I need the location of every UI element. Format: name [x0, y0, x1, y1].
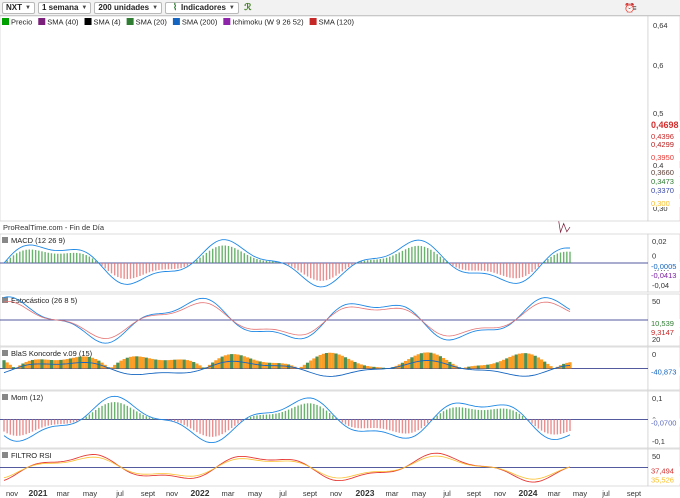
- panel-tick-3-0: 0,1: [652, 394, 662, 403]
- period-label: 1 semana: [41, 3, 79, 12]
- panel-title-4: FILTRO RSI: [11, 451, 52, 460]
- panel-tick-2-0: 0: [652, 350, 656, 359]
- legend-label-5: Ichimoku (W 9 26 52): [232, 18, 304, 27]
- panel-tag-0-1: -0,0413: [651, 271, 676, 280]
- time-label-6: nov: [166, 489, 178, 498]
- source-label: ProRealTime.com - Fin de Día: [3, 223, 105, 232]
- legend-label-6: SMA (120): [319, 18, 355, 27]
- panel-title-3: Mom (12): [11, 393, 44, 402]
- price-tag-2: 0,4299: [651, 140, 674, 149]
- legend-swatch-5: [223, 18, 231, 25]
- panel-tick-0-1: 0: [652, 252, 656, 261]
- symbol-label: NXT: [6, 3, 22, 12]
- time-label-7: 2022: [191, 488, 210, 498]
- toolbar: NXT ▼ 1 semana ▼ 200 unidades ▼ ⌇ Indicador…: [0, 0, 680, 16]
- indicator-icon: ⌇: [172, 2, 178, 12]
- legend-label-0: Precio: [11, 18, 32, 27]
- price-tag-0: 0,4698: [651, 120, 679, 130]
- period-selector[interactable]: 1 semana ▼: [37, 1, 92, 14]
- time-label-14: mar: [386, 489, 399, 498]
- legend-label-3: SMA (20): [136, 18, 168, 27]
- legend-swatch-6: [309, 18, 317, 25]
- legend-label-2: SMA (4): [94, 18, 122, 27]
- panel-tag-1-1: 9,3147: [651, 328, 674, 337]
- price-tag-4: 0,3660: [651, 168, 674, 177]
- price-tick-1: 0,6: [653, 61, 663, 70]
- time-label-17: sept: [467, 489, 482, 498]
- time-label-19: 2024: [519, 488, 538, 498]
- time-label-8: mar: [222, 489, 235, 498]
- chevron-down-icon: ▼: [81, 4, 88, 11]
- time-label-16: jul: [442, 489, 451, 498]
- units-selector[interactable]: 200 unidades ▼: [94, 1, 163, 14]
- time-label-22: jul: [601, 489, 610, 498]
- panel-tick-4-0: 50: [652, 452, 660, 461]
- chart-area[interactable]: Precio SMA (40) SMA (4) SMA (20) SMA (200) Ic…: [0, 16, 680, 498]
- time-label-13: 2023: [356, 488, 375, 498]
- price-tick-2: 0,5: [653, 109, 663, 118]
- price-tag-3: 0,3950: [651, 153, 674, 162]
- panel-icon: [2, 237, 8, 243]
- panel-tag-2-0: -40,873: [651, 368, 676, 377]
- time-label-5: sept: [141, 489, 156, 498]
- legend-swatch-1: [38, 18, 46, 25]
- panel-tag-4-0: 37,494: [651, 467, 674, 476]
- panel-tag-0-0: -0,0005: [651, 262, 676, 271]
- price-tick-0: 0,64: [653, 21, 668, 30]
- legend-swatch-2: [84, 18, 92, 25]
- panel-tag-3-0: -0,0700: [651, 419, 676, 428]
- time-label-18: nov: [494, 489, 506, 498]
- time-label-3: may: [83, 489, 97, 498]
- panel-icon: [2, 452, 8, 458]
- time-label-10: jul: [278, 489, 287, 498]
- panel-title-2: BlaS Koncorde v.09 (15): [11, 349, 93, 358]
- time-label-23: sept: [627, 489, 642, 498]
- panel-title-1: Estocástico (26 8 5): [11, 296, 78, 305]
- chevron-down-icon: ▼: [25, 4, 31, 11]
- time-label-11: sept: [303, 489, 318, 498]
- panel-icon: [2, 350, 8, 356]
- chevron-down-icon: ▼: [152, 4, 159, 11]
- price-tag-5: 0,3473: [651, 177, 674, 186]
- time-label-15: may: [412, 489, 426, 498]
- time-label-21: may: [573, 489, 587, 498]
- panel-icon: [2, 394, 8, 400]
- time-label-1: 2021: [29, 488, 48, 498]
- alarm-clock-icon[interactable]: ⏰: [624, 2, 636, 14]
- symbol-selector[interactable]: NXT ▼: [2, 1, 35, 14]
- time-label-20: mar: [548, 489, 561, 498]
- indicators-label: Indicadores: [181, 3, 226, 12]
- price-tag-7: 0,300: [651, 199, 670, 208]
- price-tag-6: 0,3370: [651, 186, 674, 195]
- time-label-0: nov: [6, 489, 18, 498]
- panel-tag-1-0: 10,539: [651, 319, 674, 328]
- time-label-12: nov: [330, 489, 342, 498]
- legend-swatch-3: [126, 18, 134, 25]
- panel-title-0: MACD (12 26 9): [11, 236, 66, 245]
- panel-tag-4-1: 35,526: [651, 476, 674, 485]
- time-label-9: may: [248, 489, 262, 498]
- legend-swatch-4: [172, 18, 180, 25]
- panel-tick-0-3: -0,04: [652, 281, 669, 290]
- legend-label-1: SMA (40): [47, 18, 79, 27]
- panel-tick-3-2: -0,1: [652, 437, 665, 446]
- legend-label-4: SMA (200): [182, 18, 218, 27]
- indicators-button[interactable]: ⌇ Indicadores ▼: [165, 1, 239, 14]
- panel-tick-1-0: 50: [652, 297, 660, 306]
- draw-tool-icon[interactable]: ℛ: [242, 2, 254, 14]
- chevron-down-icon: ▼: [228, 4, 235, 11]
- panel-tick-0-0: 0,02: [652, 237, 667, 246]
- legend-swatch-0: [2, 18, 9, 25]
- time-label-2: mar: [57, 489, 70, 498]
- units-label: 200 unidades: [98, 3, 150, 12]
- panel-frame: [0, 16, 649, 222]
- time-label-4: jul: [115, 489, 124, 498]
